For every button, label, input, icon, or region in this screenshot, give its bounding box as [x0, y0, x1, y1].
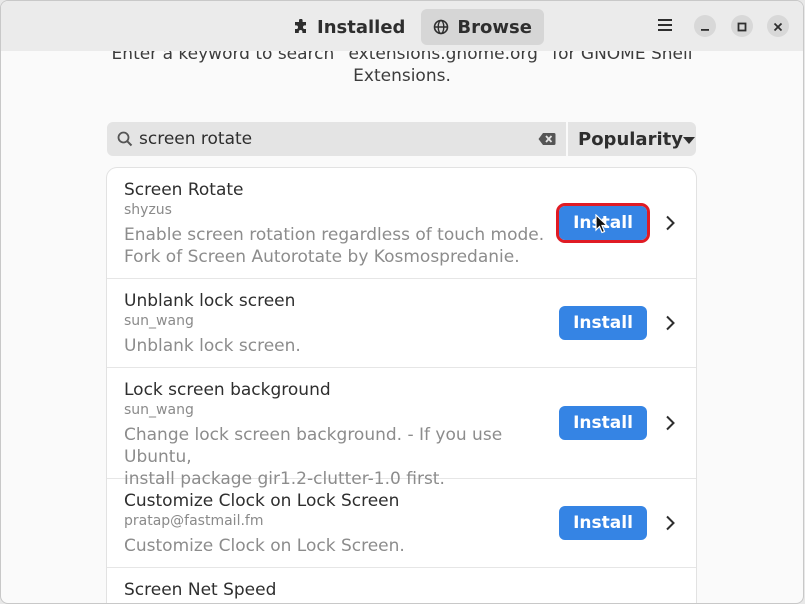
- extension-name: Customize Clock on Lock Screen: [124, 491, 400, 511]
- chevron-right-icon[interactable]: [663, 413, 677, 433]
- search-hint-line-2: Extensions.: [353, 66, 451, 86]
- description-line: Fork of Screen Autorotate by Kosmospreda…: [124, 247, 520, 267]
- list-item[interactable]: Unblank lock screen sun_wang Unblank loc…: [107, 279, 696, 368]
- description-line: Enable screen rotation regardless of tou…: [124, 225, 545, 245]
- extension-name: Lock screen background: [124, 380, 331, 400]
- maximize-icon: [737, 17, 747, 36]
- results-list: Screen Rotate shyzus Enable screen rotat…: [107, 168, 696, 603]
- install-button[interactable]: Install: [559, 506, 647, 540]
- main-menu-button[interactable]: [652, 13, 678, 39]
- install-button[interactable]: Install: [556, 203, 650, 243]
- minimize-icon: [700, 17, 710, 36]
- tab-browse-label: Browse: [457, 16, 532, 38]
- chevron-right-icon[interactable]: [663, 513, 677, 533]
- chevron-right-icon[interactable]: [663, 213, 677, 233]
- list-item[interactable]: Lock screen background sun_wang Change l…: [107, 368, 696, 489]
- extension-author: sun_wang: [124, 402, 194, 418]
- search-icon: [117, 131, 133, 147]
- globe-icon: [433, 19, 449, 35]
- chevron-down-icon: [682, 129, 695, 150]
- description-line: Change lock screen background. - If you …: [124, 425, 503, 467]
- search-hint: Enter a keyword to search “extensions.gn…: [1, 51, 803, 87]
- search-input[interactable]: screen rotate: [107, 122, 566, 156]
- close-icon: [773, 17, 783, 36]
- hamburger-menu-icon: [657, 17, 673, 36]
- extension-author: pratap@fastmail.fm: [124, 513, 264, 529]
- description-line: Customize Clock on Lock Screen.: [124, 536, 405, 556]
- tab-installed[interactable]: Installed: [281, 9, 417, 45]
- extension-manager-window: Installed Browse Enter a keyword to sear…: [0, 0, 804, 604]
- extension-name: Screen Net Speed: [124, 580, 277, 600]
- extension-author: sun_wang: [124, 313, 194, 329]
- install-button[interactable]: Install: [559, 306, 647, 340]
- extension-name: Unblank lock screen: [124, 291, 296, 311]
- close-button[interactable]: [767, 15, 789, 37]
- extension-name: Screen Rotate: [124, 180, 244, 200]
- extension-author: shyzus: [124, 202, 172, 218]
- chevron-right-icon[interactable]: [663, 313, 677, 333]
- install-button[interactable]: Install: [559, 406, 647, 440]
- list-item[interactable]: Screen Rotate shyzus Enable screen rotat…: [107, 168, 696, 279]
- search-bar: screen rotate Popularity: [107, 122, 696, 156]
- list-item[interactable]: Screen Net Speed: [107, 568, 696, 603]
- tab-browse[interactable]: Browse: [421, 9, 544, 45]
- tab-installed-label: Installed: [317, 16, 406, 38]
- sort-dropdown[interactable]: Popularity: [568, 122, 696, 156]
- maximize-button[interactable]: [731, 15, 753, 37]
- sort-dropdown-label: Popularity: [578, 128, 683, 150]
- puzzle-icon: [293, 19, 309, 35]
- view-switcher: Installed Browse: [281, 9, 544, 45]
- search-input-value: screen rotate: [139, 129, 253, 149]
- list-item[interactable]: Customize Clock on Lock Screen pratap@fa…: [107, 479, 696, 568]
- clear-icon[interactable]: [538, 132, 556, 146]
- extension-description: Customize Clock on Lock Screen.: [124, 535, 549, 557]
- description-line: Unblank lock screen.: [124, 336, 301, 356]
- browse-page: Enter a keyword to search “extensions.gn…: [1, 51, 803, 603]
- search-hint-line-1: Enter a keyword to search “extensions.gn…: [111, 51, 693, 64]
- extension-description: Unblank lock screen.: [124, 335, 549, 357]
- extension-description: Enable screen rotation regardless of tou…: [124, 224, 549, 268]
- header-bar: Installed Browse: [1, 1, 803, 51]
- minimize-button[interactable]: [694, 15, 716, 37]
